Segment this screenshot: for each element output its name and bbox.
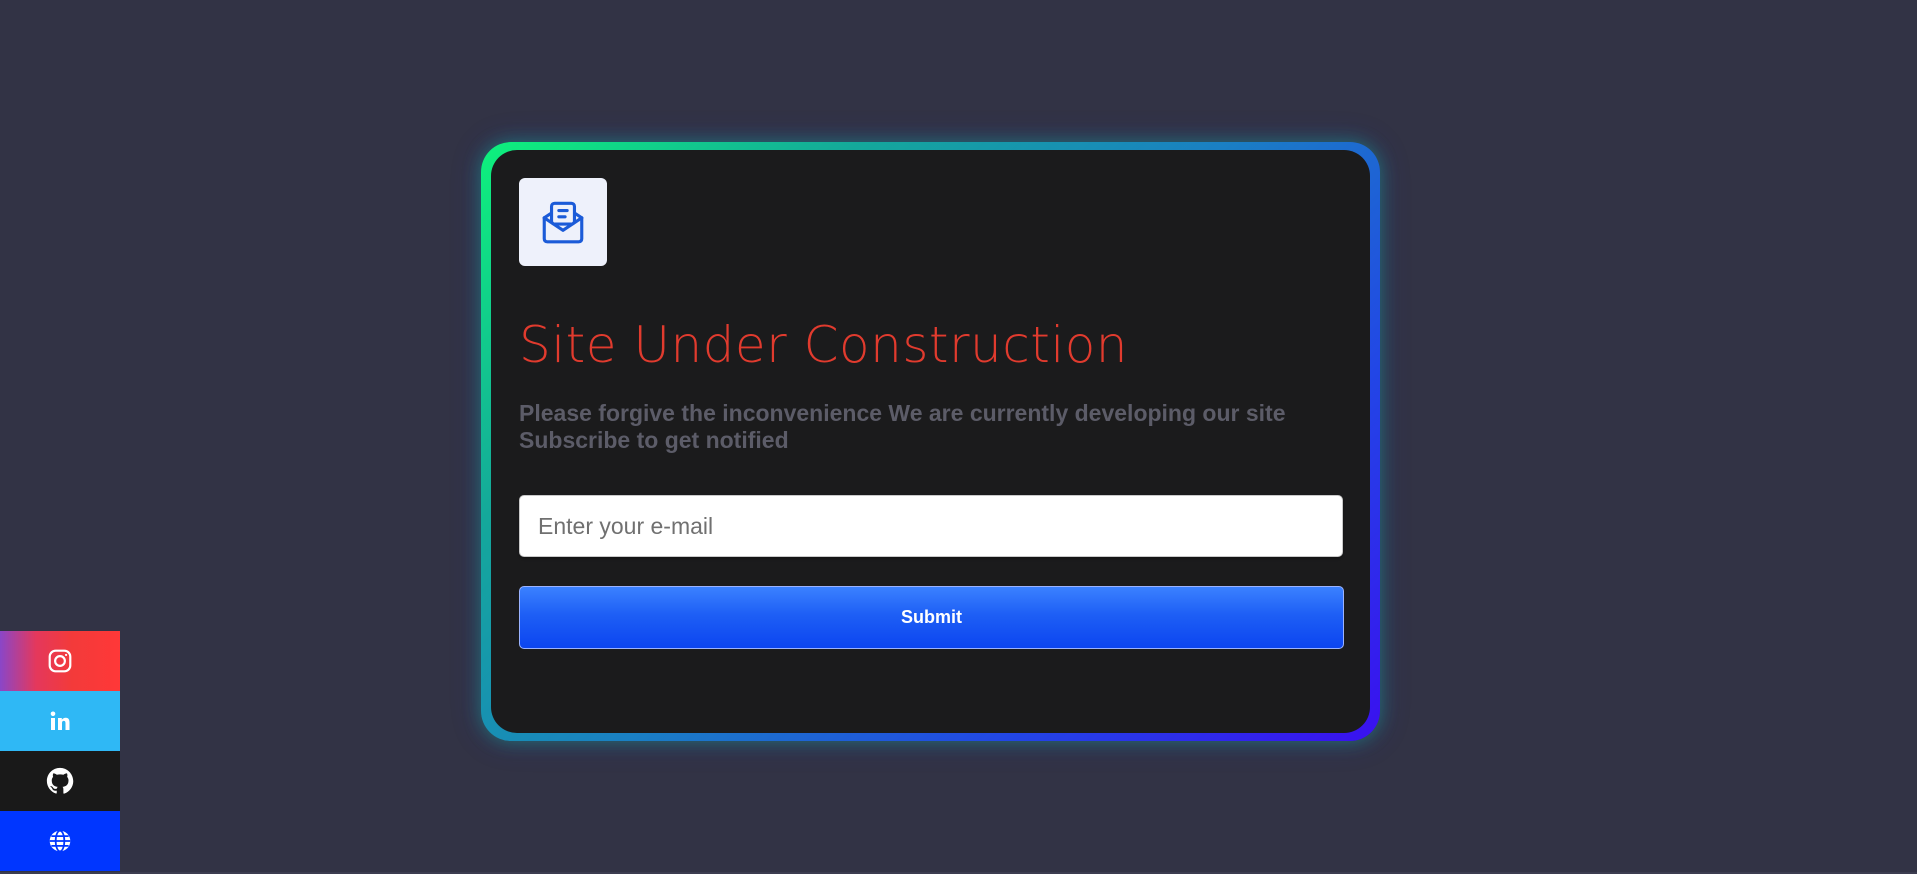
envelope-open-letter-icon: [542, 201, 584, 244]
logo-box: [519, 178, 607, 266]
construction-card: Site Under Construction Please forgive t…: [491, 150, 1370, 733]
github-icon: [46, 767, 74, 794]
subtitle-line-1: Please forgive the inconvenience We are …: [519, 400, 1286, 426]
social-github-link[interactable]: [0, 751, 120, 811]
subtitle-line-2: Subscribe to get notified: [519, 427, 789, 453]
globe-icon: [49, 829, 71, 853]
social-linkedin-link[interactable]: [0, 691, 120, 751]
card-gradient-border: Site Under Construction Please forgive t…: [481, 142, 1380, 741]
submit-button[interactable]: Submit: [519, 586, 1344, 649]
social-instagram-link[interactable]: [0, 631, 120, 691]
subtitle: Please forgive the inconvenience We are …: [519, 400, 1299, 454]
social-sidebar: [0, 631, 120, 871]
page-title: Site Under Construction: [519, 316, 1128, 374]
social-website-link[interactable]: [0, 811, 120, 871]
page: Site Under Construction Please forgive t…: [0, 0, 1917, 874]
linkedin-icon: [50, 711, 70, 730]
email-field[interactable]: [519, 495, 1343, 557]
instagram-icon: [48, 649, 72, 673]
